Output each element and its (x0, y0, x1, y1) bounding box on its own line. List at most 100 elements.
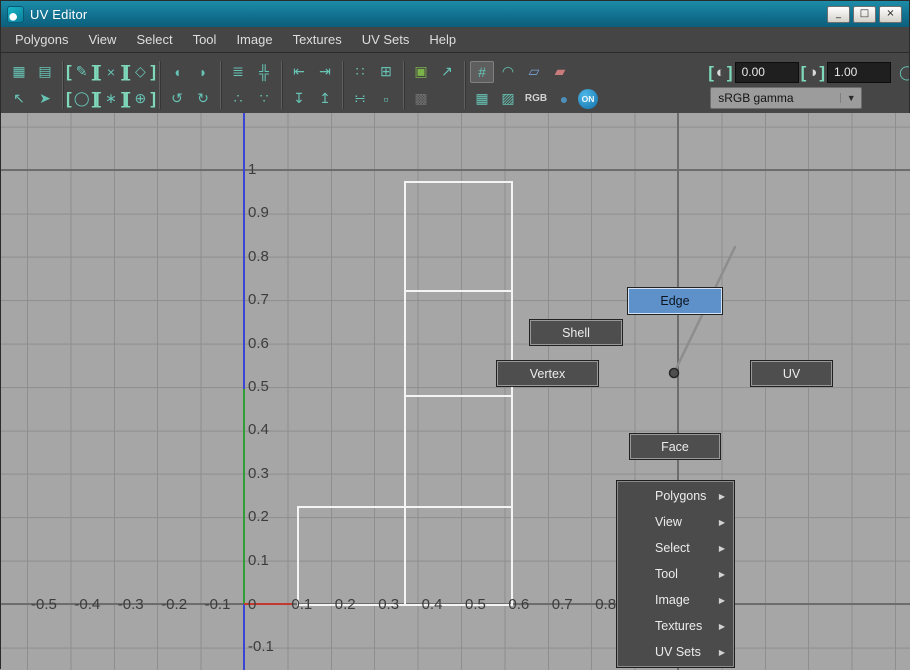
y-axis-tick: 0.8 (248, 247, 269, 265)
pick-cursor-icon[interactable]: ➤ (33, 88, 57, 110)
distribute-v-icon[interactable]: ∵ (252, 88, 276, 110)
layout-uvs-icon[interactable]: ╬ (252, 61, 276, 83)
chevron-down-icon: ▼ (840, 92, 861, 103)
gridline-v1 (1, 169, 910, 171)
menu-item-textures[interactable]: Textures (283, 32, 352, 47)
menu-item-label: Textures (655, 619, 703, 633)
close-button[interactable]: × (879, 5, 902, 23)
toolbar-separator (62, 61, 63, 109)
select-cursor-icon[interactable]: ↖ (7, 88, 31, 110)
toolbar-groups: ▦ ▤ ↖ ➤[✎][×][◇][◯][∗][⊕] ◖ ◗ ↺ ↻ ≣ ╬ ∴ ∵ ⇤ ⇥ ↧ ↥ ∷ ⊞ ∺ ▫ ▣ ↗… (7, 59, 599, 111)
titlebar[interactable]: UV Editor _ □ × (1, 1, 909, 27)
colorspace-dropdown[interactable]: sRGB gamma ▼ (710, 86, 863, 109)
flip-v-icon[interactable]: ◗ (191, 61, 215, 83)
uv-snapshot-icon[interactable]: ▣ (409, 61, 433, 83)
rotate-cw-icon[interactable]: ↻ (191, 88, 215, 110)
menu-item-select[interactable]: Select (126, 32, 182, 47)
bracket-icon: ] (150, 88, 157, 108)
y-axis-tick: 0.5 (248, 378, 269, 395)
marking-menu-item-select[interactable]: Select ▶ (618, 535, 733, 561)
pencil-tool-icon[interactable]: ✎ (70, 61, 94, 83)
marking-menu-item-polygons[interactable]: Polygons ▶ (618, 483, 733, 509)
toolbar-right: [ ◐ ] 0.00 [ ◑ ] 1.00 ◯ sRGB gamma ▼ (708, 62, 909, 109)
grab-uv-tool-icon[interactable]: ⊕ (128, 88, 152, 110)
y-axis-tick: -0.1 (248, 638, 274, 656)
texture-grid-icon[interactable]: ▦ (470, 88, 494, 110)
y-axis-tick: 0.1 (248, 551, 269, 569)
uv-shell-edge (404, 395, 513, 397)
align-bottom-icon[interactable]: ↧ (287, 88, 311, 110)
marking-menu-item-view[interactable]: View ▶ (618, 509, 733, 535)
exposure-field[interactable]: 0.00 (734, 62, 799, 83)
histogram-icon[interactable]: ◯ (895, 62, 909, 84)
rotate-ccw-icon[interactable]: ↺ (165, 88, 189, 110)
marking-menu-item-tool[interactable]: Tool ▶ (618, 561, 733, 587)
flipped-display-icon[interactable]: ▰ (548, 61, 572, 83)
move-uv-shell-icon[interactable]: ▤ (33, 61, 57, 83)
align-left-icon[interactable]: ⇤ (287, 61, 311, 83)
align-shells-icon[interactable]: ≣ (226, 61, 250, 83)
minimize-button[interactable]: _ (827, 5, 850, 23)
rgb-channels-button[interactable]: RGB (522, 88, 550, 110)
checker-map-icon[interactable]: ▩ (409, 88, 433, 110)
overlap-display-icon[interactable]: ▱ (522, 61, 546, 83)
menu-item-image[interactable]: Image (226, 32, 282, 47)
marking-menu-vertex[interactable]: Vertex (496, 360, 599, 387)
x-axis-tick: -0.2 (161, 596, 188, 613)
frame-all-icon[interactable]: ↗ (435, 61, 459, 83)
uv-shell-strip (404, 181, 513, 606)
x-axis-tick: 0.4 (421, 596, 443, 613)
menu-bar: Polygons View Select Tool Image Textures UV Se… (1, 27, 909, 53)
stack-shells-icon[interactable]: ⊞ (374, 61, 398, 83)
x-axis-tick: 0.3 (378, 596, 400, 613)
toolbar-separator (220, 61, 222, 109)
uv-canvas[interactable]: Polygons ▶ View ▶ Select ▶ Tool ▶ Image ▶ Textures… (1, 113, 910, 670)
x-axis-tick: 0.5 (465, 596, 486, 613)
menu-item-help[interactable]: Help (419, 32, 466, 47)
single-tile-icon[interactable]: ▫ (374, 88, 398, 110)
dither-display-icon[interactable]: ▨ (496, 88, 520, 110)
maya-logo-icon (7, 5, 24, 23)
gather-uvs-icon[interactable]: ∷ (348, 61, 372, 83)
y-axis-tick: 0.3 (248, 464, 269, 482)
menu-item-polygons[interactable]: Polygons (5, 32, 78, 47)
grid-display-icon[interactable]: # (470, 60, 495, 83)
menu-item-tool[interactable]: Tool (183, 32, 227, 47)
alpha-channel-icon[interactable]: ● (552, 88, 576, 110)
uv-lattice-icon[interactable]: ▦ (7, 61, 31, 83)
maximize-button[interactable]: □ (853, 5, 876, 23)
marking-menu-uv[interactable]: UV (750, 360, 833, 387)
smooth-uv-tool-icon[interactable]: ◯ (70, 88, 94, 110)
marking-menu-item-uv-sets[interactable]: UV Sets ▶ (618, 639, 733, 665)
gamma-field[interactable]: 1.00 (827, 62, 891, 83)
x-axis-tick: -0.1 (204, 596, 231, 613)
x-axis-tick: -0.4 (74, 596, 101, 613)
y-axis-tick: 0.2 (248, 508, 269, 526)
flip-u-icon[interactable]: ◖ (165, 61, 189, 83)
menu-item-view[interactable]: View (78, 32, 126, 47)
y-axis-tick: 0.6 (248, 334, 269, 352)
align-right-icon[interactable]: ⇥ (313, 61, 337, 83)
marking-menu-edge[interactable]: Edge (627, 287, 723, 315)
submenu-arrow-icon: ▶ (718, 595, 725, 605)
menu-item-label: Select (655, 541, 690, 555)
align-top-icon[interactable]: ↥ (313, 88, 337, 110)
toolbar-separator (464, 61, 466, 109)
x-axis-tick: -0.3 (117, 596, 144, 613)
symmetrize-tool-icon[interactable]: ∗ (99, 88, 123, 110)
distortion-display-icon[interactable]: ◠ (496, 61, 520, 83)
x-axis-tick: -0.5 (31, 596, 57, 613)
distribute-u-icon[interactable]: ∴ (226, 88, 250, 110)
marking-menu-item-image[interactable]: Image ▶ (618, 587, 733, 613)
menu-item-uv-sets[interactable]: UV Sets (352, 32, 420, 47)
cut-uv-tool-icon[interactable]: × (99, 61, 123, 83)
exposure-icon: ◐ (715, 64, 725, 81)
marking-menu-shell[interactable]: Shell (529, 319, 623, 346)
randomize-shells-icon[interactable]: ∺ (348, 88, 372, 110)
menu-item-label: UV Sets (655, 645, 701, 659)
sew-uv-tool-icon[interactable]: ◇ (128, 61, 152, 83)
marking-menu-item-textures[interactable]: Textures ▶ (618, 613, 733, 639)
marking-menu-face[interactable]: Face (629, 433, 721, 460)
toolbar-separator (159, 61, 161, 109)
on-toggle-button[interactable]: ON (578, 88, 599, 109)
